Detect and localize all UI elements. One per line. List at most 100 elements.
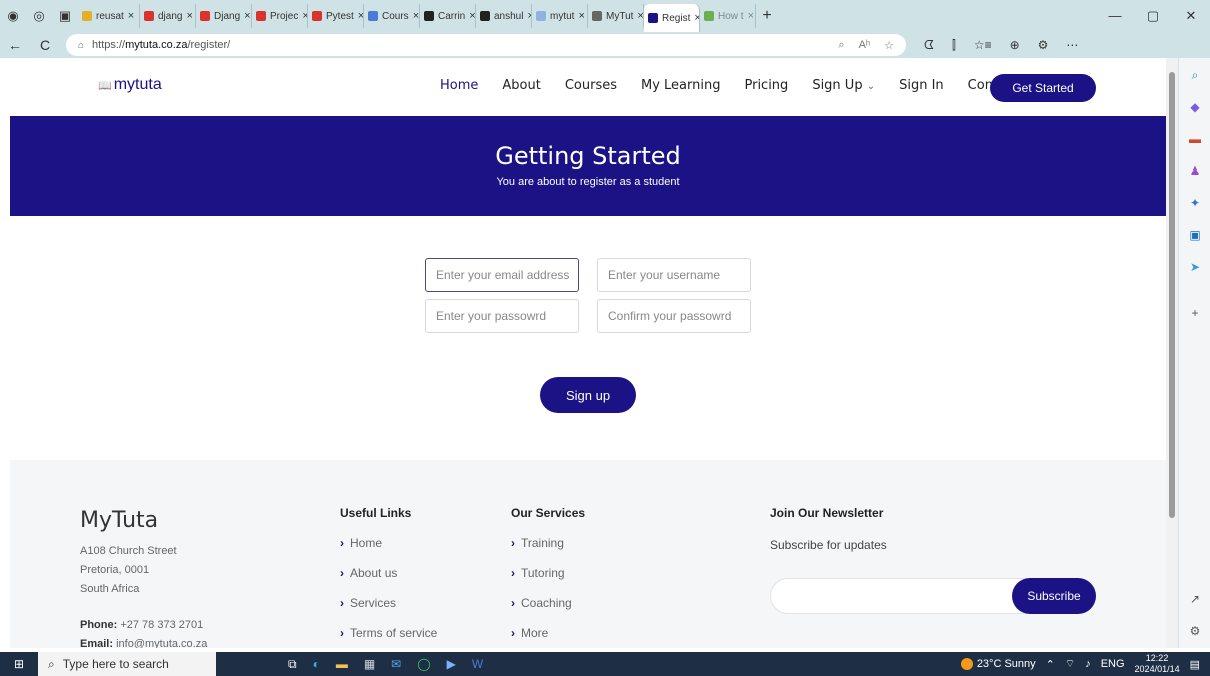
newsletter-title: Join Our Newsletter <box>770 506 884 520</box>
browser-tab[interactable]: mytut × <box>532 4 588 28</box>
browser-tab[interactable]: Projec× <box>252 4 308 28</box>
browser-tab[interactable]: How t × <box>700 4 756 28</box>
subscribe-button[interactable]: Subscribe <box>1012 578 1096 614</box>
windows-start-icon[interactable]: ⊞ <box>0 657 38 671</box>
weather-widget[interactable]: 23°C Sunny <box>960 658 1036 671</box>
tab-close-icon[interactable]: × <box>186 10 192 22</box>
confirm-password-input[interactable] <box>597 299 751 333</box>
tab-close-icon[interactable]: × <box>748 10 754 22</box>
browser-tab[interactable]: reusat × <box>78 4 140 28</box>
page-scrollbar[interactable] <box>1166 58 1178 648</box>
browser-tab[interactable]: anshul× <box>476 4 532 28</box>
back-button[interactable]: ← <box>0 37 30 53</box>
split-screen-icon[interactable]: ⫿ <box>952 38 956 53</box>
browser-tab[interactable]: Regist× <box>644 4 700 32</box>
service-link-tutoring[interactable]: › Tutoring <box>511 566 585 596</box>
volume-icon[interactable]: ♪ <box>1085 658 1091 670</box>
browser-tab[interactable]: djang × <box>140 4 196 28</box>
footer-link-home[interactable]: › Home <box>340 536 437 566</box>
tray-chevron-icon[interactable]: ⌃ <box>1046 658 1055 671</box>
footer-link-about-us[interactable]: › About us <box>340 566 437 596</box>
new-tab-button[interactable]: + <box>756 7 778 25</box>
tab-close-icon[interactable]: × <box>244 10 250 22</box>
address-bar-row: ← C ⌂ https://mytuta.co.za/register/ ⌕ Aʰ… <box>0 32 1210 58</box>
mail-icon[interactable]: ✉ <box>391 657 401 672</box>
close-window-button[interactable]: ✕ <box>1172 8 1210 24</box>
search-icon[interactable]: ⌕ <box>1187 68 1203 83</box>
file-explorer-icon[interactable]: ▬ <box>336 657 348 672</box>
email-value[interactable]: info@mytuta.co.za <box>116 638 207 648</box>
service-link-coaching[interactable]: › Coaching <box>511 596 585 626</box>
shopping-tag-icon[interactable]: ◆ <box>1187 100 1203 114</box>
url-field[interactable]: ⌂ https://mytuta.co.za/register/ ⌕ Aʰ ☆ <box>66 34 906 56</box>
tab-close-icon[interactable]: × <box>578 10 584 22</box>
minimize-button[interactable]: — <box>1096 8 1134 24</box>
footer-link-services[interactable]: › Services <box>340 596 437 626</box>
service-link-training[interactable]: › Training <box>511 536 585 566</box>
nav-item-pricing[interactable]: Pricing <box>744 78 788 93</box>
browser-tab[interactable]: Carrin × <box>420 4 476 28</box>
tab-favicon-icon <box>592 11 602 21</box>
media-icon[interactable]: ▶ <box>447 657 456 672</box>
tab-close-icon[interactable]: × <box>469 10 475 22</box>
sign-up-button[interactable]: Sign up <box>540 377 636 413</box>
email-input[interactable] <box>425 258 579 292</box>
taskbar-search[interactable]: ⌕ Type here to search <box>38 652 216 676</box>
nav-item-about[interactable]: About <box>502 78 540 93</box>
copilot-icon[interactable]: ᗧ <box>924 38 934 53</box>
site-logo[interactable]: 📖 mytuta <box>98 76 162 94</box>
more-menu-icon[interactable]: ⋯ <box>1066 38 1078 53</box>
read-aloud-icon[interactable]: Aʰ <box>859 39 871 52</box>
favorites-icon[interactable]: ☆≡ <box>974 38 992 53</box>
scrollbar-thumb[interactable] <box>1169 72 1175 518</box>
nav-item-my-learning[interactable]: My Learning <box>641 78 720 93</box>
store-icon[interactable]: ▦ <box>364 657 375 672</box>
chevron-right-icon: › <box>511 566 515 580</box>
whatsapp-icon[interactable]: ◯ <box>417 657 430 672</box>
add-icon[interactable]: + <box>1187 306 1203 320</box>
tab-close-icon[interactable]: × <box>413 10 419 22</box>
settings-gear-icon[interactable]: ⚙ <box>1187 624 1203 638</box>
password-input[interactable] <box>425 299 579 333</box>
notifications-icon[interactable]: ▤ <box>1190 658 1200 671</box>
url-prefix: https:// <box>92 39 126 51</box>
restore-button[interactable]: ▢ <box>1134 8 1172 24</box>
edge-browser-icon[interactable]: ◐ <box>313 657 320 672</box>
site-header: 📖 mytuta Home About Courses My Learning Pric… <box>10 58 1166 116</box>
tab-close-icon[interactable]: × <box>128 10 134 22</box>
nav-item-courses[interactable]: Courses <box>565 78 617 93</box>
refresh-button[interactable]: C <box>30 37 60 53</box>
url-search-icon[interactable]: ⌕ <box>838 39 844 52</box>
tab-actions-icon[interactable]: ▣ <box>52 0 78 32</box>
browser-tab[interactable]: Pytest × <box>308 4 364 28</box>
copilot-icon[interactable]: ✦ <box>1187 196 1203 210</box>
nav-item-sign-in[interactable]: Sign In <box>899 78 944 93</box>
clock[interactable]: 12:22 2024/01/14 <box>1135 653 1180 675</box>
tab-label: Djang <box>214 10 241 22</box>
send-icon[interactable]: ➤ <box>1187 260 1203 274</box>
nav-item-sign-up[interactable]: Sign Up ⌄ <box>812 78 875 93</box>
favorite-star-icon[interactable]: ☆ <box>884 39 894 52</box>
get-started-button[interactable]: Get Started <box>990 74 1096 102</box>
collections-icon[interactable]: ⊕ <box>1010 38 1020 53</box>
outlook-icon[interactable]: ▣ <box>1187 228 1203 242</box>
task-view-icon[interactable]: ⧉ <box>288 657 297 672</box>
workspaces-icon[interactable]: ◎ <box>26 0 52 32</box>
footer-link-terms-of-service[interactable]: › Terms of service <box>340 626 437 648</box>
language-indicator[interactable]: ENG <box>1101 658 1125 670</box>
username-input[interactable] <box>597 258 751 292</box>
word-icon[interactable]: W <box>472 657 483 672</box>
tab-close-icon[interactable]: × <box>637 10 643 22</box>
browser-tab[interactable]: MyTut × <box>588 4 644 28</box>
network-icon[interactable]: ⌔ <box>1065 657 1075 671</box>
nav-item-home[interactable]: Home <box>440 78 478 93</box>
extensions-icon[interactable]: ⚙ <box>1038 38 1049 53</box>
browser-tab[interactable]: Djang × <box>196 4 252 28</box>
external-link-icon[interactable]: ↗ <box>1187 592 1203 606</box>
games-icon[interactable]: ♟ <box>1187 164 1203 178</box>
toolbox-icon[interactable]: ▬ <box>1187 132 1203 146</box>
browser-tab[interactable]: Cours × <box>364 4 420 28</box>
browser-profile-icon[interactable]: ◉ <box>0 0 26 32</box>
service-link-more[interactable]: › More <box>511 626 585 648</box>
footer-brand: MyTuta <box>80 508 159 533</box>
